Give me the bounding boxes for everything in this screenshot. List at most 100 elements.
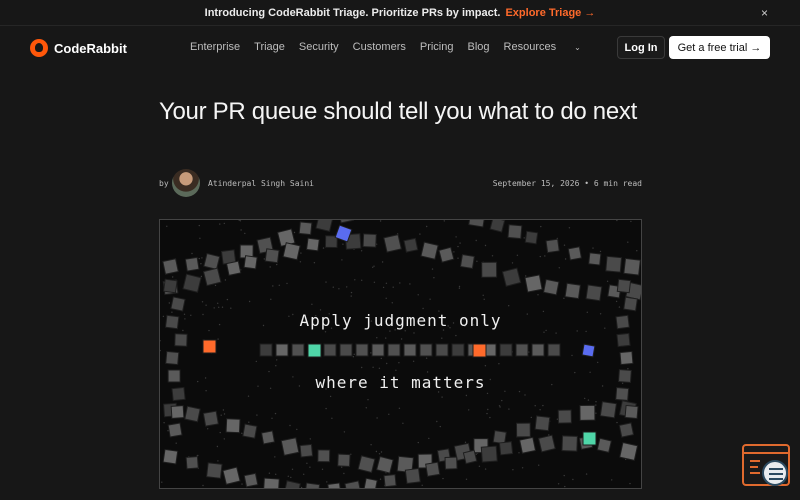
noise-dot	[636, 250, 638, 252]
tile	[623, 257, 641, 276]
free-trial-button[interactable]: Get a free trial →	[669, 36, 770, 59]
nav-item-pricing[interactable]: Pricing	[420, 41, 454, 53]
tile	[363, 477, 378, 488]
noise-dot	[431, 268, 434, 270]
noise-dot	[223, 222, 225, 225]
noise-dot	[521, 467, 524, 469]
noise-dot	[207, 428, 209, 430]
tile	[327, 482, 342, 488]
tile	[468, 220, 486, 228]
noise-dot	[499, 406, 501, 408]
rabbit-logo-icon	[30, 39, 48, 57]
tile	[225, 260, 242, 276]
noise-dot	[376, 417, 378, 419]
nav-item-blog[interactable]: Blog	[467, 41, 489, 53]
nav-item-enterprise[interactable]: Enterprise	[190, 41, 240, 53]
noise-dot	[516, 254, 519, 256]
tile	[498, 441, 514, 456]
noise-dot	[278, 284, 280, 286]
noise-dot	[329, 395, 332, 398]
noise-dot	[275, 473, 277, 475]
logo[interactable]: CodeRabbit	[30, 39, 127, 57]
nav-item-triage[interactable]: Triage	[254, 41, 285, 53]
tile	[375, 455, 394, 474]
noise-dot	[324, 331, 327, 333]
tile	[545, 238, 560, 254]
nav-item-customers[interactable]: Customers	[353, 41, 406, 53]
noise-dot	[458, 285, 461, 288]
tile	[202, 339, 217, 354]
noise-dot	[331, 417, 333, 419]
noise-dot	[542, 404, 544, 407]
noise-dot	[539, 409, 541, 411]
noise-dot	[540, 225, 542, 228]
noise-dot	[275, 365, 277, 367]
noise-dot	[476, 260, 478, 262]
noise-dot	[379, 220, 382, 222]
tile	[515, 422, 531, 438]
noise-dot	[563, 474, 565, 477]
tile	[260, 430, 276, 445]
noise-dot	[385, 337, 387, 339]
nav-item-security[interactable]: Security	[299, 41, 339, 53]
tile	[489, 220, 506, 233]
tile	[387, 343, 401, 357]
byline: by Atinderpal Singh Saini September 15, …	[159, 169, 642, 199]
noise-dot	[226, 298, 229, 301]
tile	[618, 422, 635, 438]
tile	[567, 246, 582, 261]
noise-dot	[205, 304, 207, 306]
noise-dot	[296, 428, 298, 431]
main-menu: Enterprise Triage Security Customers Pri…	[190, 41, 609, 53]
noise-dot	[293, 231, 296, 234]
noise-dot	[325, 407, 327, 410]
noise-dot	[160, 349, 161, 352]
noise-dot	[238, 220, 240, 221]
login-button[interactable]: Log In	[617, 36, 665, 59]
noise-dot	[442, 477, 444, 480]
tile	[542, 278, 560, 296]
noise-dot	[616, 220, 618, 222]
noise-dot	[241, 483, 243, 485]
noise-dot	[564, 258, 567, 260]
noise-dot	[350, 295, 352, 297]
tile	[557, 409, 572, 424]
noise-dot	[182, 329, 184, 332]
noise-dot	[491, 255, 494, 257]
noise-dot	[309, 438, 311, 440]
close-icon[interactable]: ×	[761, 6, 768, 20]
noise-dot	[224, 279, 227, 281]
tile	[534, 415, 551, 432]
tile	[547, 343, 561, 357]
noise-dot	[611, 479, 613, 481]
tile	[383, 234, 402, 253]
noise-dot	[482, 294, 484, 296]
noise-dot	[478, 465, 481, 467]
hero-line-2: where it matters	[315, 373, 486, 392]
tile	[304, 482, 321, 488]
noise-dot	[223, 413, 226, 415]
noise-dot	[585, 473, 588, 475]
noise-dot	[595, 401, 597, 403]
noise-dot	[361, 279, 363, 281]
tile-illustration	[160, 220, 641, 488]
tile	[162, 448, 179, 465]
author-name[interactable]: Atinderpal Singh Saini	[208, 179, 314, 188]
noise-dot	[208, 329, 210, 332]
noise-dot	[221, 306, 224, 308]
noise-dot	[300, 486, 303, 488]
nav-item-resources[interactable]: Resources ⌄	[504, 41, 595, 53]
tile	[524, 230, 539, 245]
tile	[182, 273, 202, 293]
chat-widget-button[interactable]	[742, 444, 790, 486]
tile	[162, 258, 179, 275]
noise-dot	[175, 442, 177, 444]
noise-dot	[398, 407, 401, 409]
explore-triage-link[interactable]: Explore Triage →	[505, 7, 595, 19]
noise-dot	[354, 279, 356, 281]
noise-dot	[557, 483, 560, 485]
noise-dot	[218, 306, 220, 308]
noise-dot	[223, 438, 225, 440]
tile	[184, 256, 200, 272]
noise-dot	[299, 261, 302, 263]
